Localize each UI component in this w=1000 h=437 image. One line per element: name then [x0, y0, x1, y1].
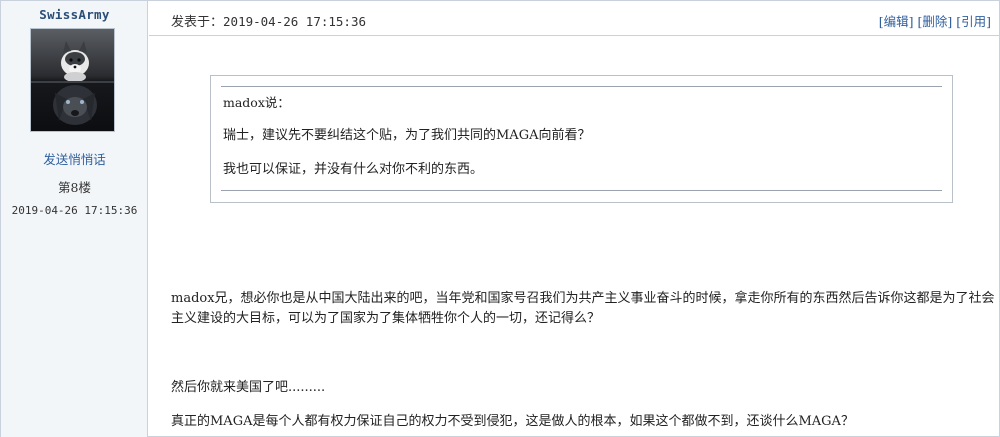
user-post-date: 2019-04-26 17:15:36 — [11, 204, 138, 217]
post-actions: [编辑] [删除] [引用] — [879, 11, 991, 30]
post-paragraph: 然后你就来美国了吧......... — [171, 380, 326, 395]
avatar[interactable] — [30, 28, 115, 132]
delete-link[interactable]: [删除] — [917, 14, 952, 29]
quote-divider-top — [221, 86, 942, 87]
post-paragraph: 真正的MAGA是每个人都有权力保证自己的权力不受到侵犯，这是做人的根本，如果这个… — [171, 414, 854, 429]
post-header: 发表于：2019-04-26 17:15:36 [编辑] [删除] [引用] — [149, 1, 999, 36]
avatar-image — [31, 29, 114, 131]
quote-author: madox说： — [223, 95, 290, 110]
post-timestamp: 发表于：2019-04-26 17:15:36 — [171, 11, 366, 30]
quote-line: 瑞士，建议先不要纠结这个贴，为了我们共同的MAGA向前看？ — [223, 128, 591, 143]
quote-block: madox说： 瑞士，建议先不要纠结这个贴，为了我们共同的MAGA向前看？ 我也… — [210, 75, 953, 203]
quote-link[interactable]: [引用] — [956, 14, 991, 29]
quote-divider-bottom — [221, 190, 942, 191]
send-private-message-link[interactable]: 发送悄悄话 — [1, 149, 148, 168]
edit-link[interactable]: [编辑] — [879, 14, 914, 29]
quote-line: 我也可以保证，并没有什么对你不利的东西。 — [223, 162, 484, 177]
username[interactable]: SwissArmy — [1, 7, 148, 22]
forum-post: SwissArmy 发送悄悄话 第8楼 2019-04-26 17:15:36 … — [0, 0, 1000, 437]
floor-number: 第8楼 — [58, 180, 91, 195]
posted-label: 发表于： — [171, 15, 224, 30]
post-paragraph: madox兄，想必你也是从中国大陆出来的吧，当年党和国家号召我们为共产主义事业奋… — [171, 291, 995, 326]
user-sidebar: SwissArmy 发送悄悄话 第8楼 2019-04-26 17:15:36 — [1, 1, 148, 437]
posted-time: 2019-04-26 17:15:36 — [223, 14, 367, 29]
